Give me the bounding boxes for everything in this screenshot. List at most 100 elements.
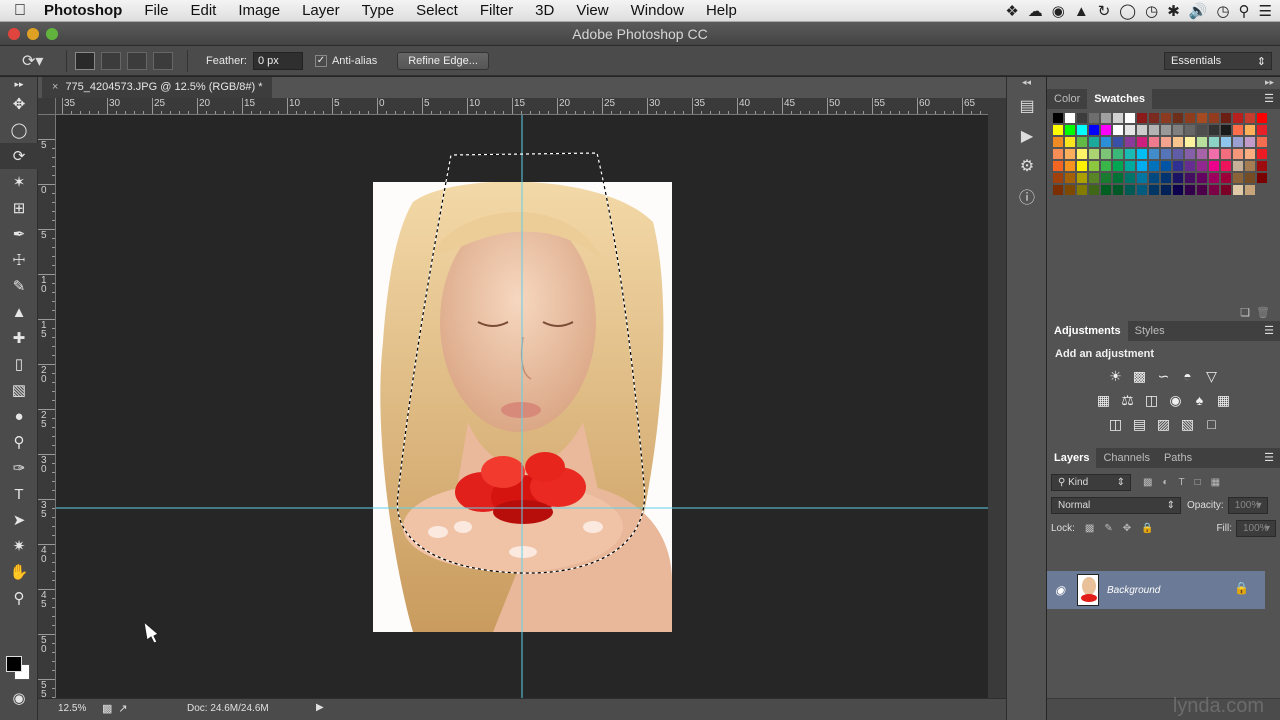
kind-filter-select[interactable]: ⚲ Kind ⇕ — [1051, 474, 1131, 491]
swatch[interactable] — [1136, 136, 1148, 148]
dropbox-icon[interactable]: ❖ — [1005, 2, 1018, 20]
swatch[interactable] — [1196, 172, 1208, 184]
swatch[interactable] — [1244, 184, 1256, 196]
swatch[interactable] — [1076, 172, 1088, 184]
swatch[interactable] — [1112, 112, 1124, 124]
swatch[interactable] — [1064, 184, 1076, 196]
swatch[interactable] — [1244, 172, 1256, 184]
swatch[interactable] — [1100, 184, 1112, 196]
skype-icon[interactable]: ◉ — [1052, 2, 1065, 20]
swatch[interactable] — [1220, 124, 1232, 136]
gradient-icon[interactable]: ▽ — [1204, 368, 1220, 384]
history-brush-tool-icon[interactable]: ✚ — [0, 325, 38, 351]
swatch[interactable] — [1064, 136, 1076, 148]
swatch[interactable] — [1172, 112, 1184, 124]
menu-help[interactable]: Help — [695, 0, 748, 22]
swatch[interactable] — [1160, 112, 1172, 124]
swatch[interactable] — [1184, 136, 1196, 148]
swatch[interactable] — [1052, 160, 1064, 172]
apple-icon[interactable]:  — [0, 2, 40, 20]
swatch[interactable] — [1076, 184, 1088, 196]
swatch[interactable] — [1148, 136, 1160, 148]
swatch[interactable] — [1196, 184, 1208, 196]
swatch[interactable] — [1208, 184, 1220, 196]
canvas[interactable] — [56, 115, 988, 698]
swatch[interactable] — [1052, 112, 1064, 124]
swatch[interactable] — [1100, 112, 1112, 124]
collapse-icon[interactable]: ◂◂ — [1007, 77, 1046, 91]
collapse-icon[interactable]: ▸▸ — [0, 77, 38, 91]
swatch[interactable] — [1136, 184, 1148, 196]
swatch[interactable] — [1112, 160, 1124, 172]
swatch[interactable] — [1052, 136, 1064, 148]
layer-filter-icons[interactable]: ▩◐T□▦ — [1143, 477, 1230, 488]
swatch[interactable] — [1124, 136, 1136, 148]
swatch[interactable] — [1112, 124, 1124, 136]
export-icon[interactable]: ↗ — [118, 702, 127, 715]
swatch[interactable] — [1172, 184, 1184, 196]
swatch[interactable] — [1136, 112, 1148, 124]
trash-icon[interactable]: 🗑 — [1256, 306, 1270, 319]
bluetooth-icon[interactable]: ✱ — [1167, 2, 1180, 20]
swatch[interactable] — [1232, 160, 1244, 172]
move-tool-icon[interactable]: ✥ — [0, 91, 38, 117]
opacity-input[interactable]: 100% ▾ — [1227, 497, 1268, 514]
swatch[interactable] — [1124, 112, 1136, 124]
swatch[interactable] — [1100, 124, 1112, 136]
swatch[interactable] — [1112, 136, 1124, 148]
swatch[interactable] — [1208, 112, 1220, 124]
swatch[interactable] — [1088, 112, 1100, 124]
swatch[interactable] — [1184, 124, 1196, 136]
brush-tool-icon[interactable]: ✎ — [0, 273, 38, 299]
swatch[interactable] — [1220, 112, 1232, 124]
selective-color-icon[interactable]: □ — [1204, 416, 1220, 432]
swatch[interactable] — [1220, 184, 1232, 196]
hue-saturation-icon[interactable]: ⚖ — [1120, 392, 1136, 408]
menu-edit[interactable]: Edit — [180, 0, 228, 22]
swatch[interactable] — [1064, 148, 1076, 160]
swatch[interactable] — [1244, 148, 1256, 160]
swatch[interactable] — [1148, 112, 1160, 124]
menu-app-name[interactable]: Photoshop — [40, 0, 133, 22]
gradient-map-icon[interactable]: ▧ — [1180, 416, 1196, 432]
curves-icon[interactable]: ∽ — [1156, 368, 1172, 384]
tab-channels[interactable]: Channels — [1096, 448, 1156, 468]
swatch[interactable] — [1052, 124, 1064, 136]
swatch[interactable] — [1064, 172, 1076, 184]
swatch[interactable] — [1124, 184, 1136, 196]
exposure-icon[interactable]: ◓ — [1180, 368, 1196, 384]
magic-wand-tool-icon[interactable]: ✶ — [0, 169, 38, 195]
swatch[interactable] — [1136, 124, 1148, 136]
swatch[interactable] — [1148, 124, 1160, 136]
swatch[interactable] — [1148, 172, 1160, 184]
properties-icon[interactable]: ⚙ — [1007, 151, 1047, 181]
feather-input[interactable] — [252, 51, 303, 70]
menu-window[interactable]: Window — [620, 0, 695, 22]
actions-play-icon[interactable]: ▶ — [1007, 121, 1047, 151]
menu-select[interactable]: Select — [405, 0, 469, 22]
swatch[interactable] — [1124, 124, 1136, 136]
zoom-level[interactable]: 12.5% — [58, 703, 86, 714]
tab-layers[interactable]: Layers — [1047, 448, 1097, 468]
swatch[interactable] — [1088, 184, 1100, 196]
swatch[interactable] — [1244, 136, 1256, 148]
swatch[interactable] — [1148, 160, 1160, 172]
healing-brush-tool-icon[interactable]: ☩ — [0, 247, 38, 273]
photo-filter-icon[interactable]: ♠ — [1192, 392, 1208, 408]
swatch[interactable] — [1220, 172, 1232, 184]
swatch[interactable] — [1160, 124, 1172, 136]
polygonal-lasso-tool-icon[interactable]: ⟳ — [0, 143, 38, 169]
swatch[interactable] — [1064, 124, 1076, 136]
swatch[interactable] — [1160, 160, 1172, 172]
swatch[interactable] — [1160, 184, 1172, 196]
swatch[interactable] — [1172, 148, 1184, 160]
ruler-origin[interactable] — [38, 98, 56, 115]
collapse-icon[interactable]: ▸▸ — [1047, 77, 1280, 89]
swatch[interactable] — [1136, 160, 1148, 172]
swatch[interactable] — [1136, 172, 1148, 184]
play-icon[interactable]: ▶ — [316, 702, 324, 713]
gradient-tool-icon[interactable]: ▧ — [0, 377, 38, 403]
swatch[interactable] — [1148, 184, 1160, 196]
dodge-tool-icon[interactable]: ⚲ — [0, 429, 38, 455]
marquee-tool-icon[interactable]: ◯ — [0, 117, 38, 143]
